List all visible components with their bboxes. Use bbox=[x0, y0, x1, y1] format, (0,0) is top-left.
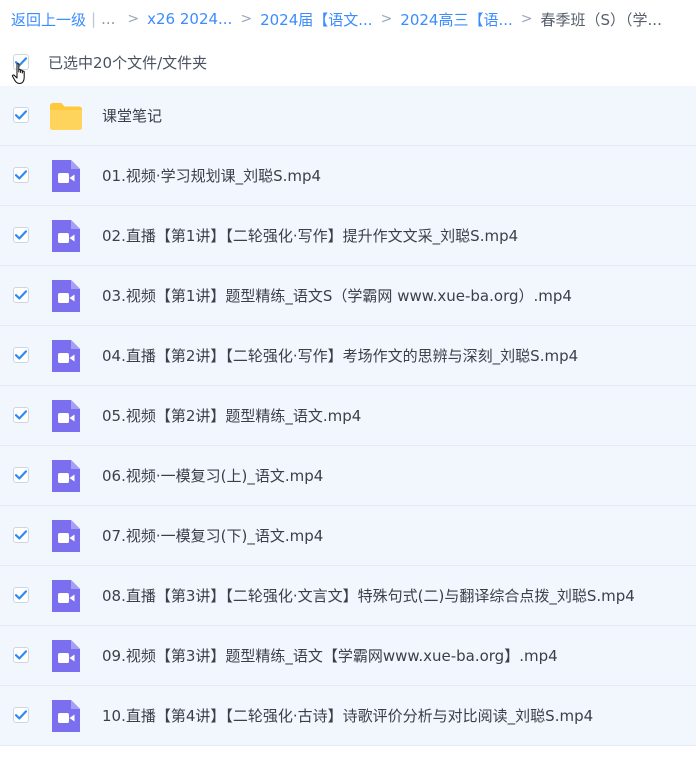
folder-icon bbox=[50, 103, 82, 130]
file-name[interactable]: 08.直播【第3讲】【二轮强化·文言文】特殊句式(二)与翻译综合点拨_刘聪S.m… bbox=[102, 566, 635, 626]
file-name[interactable]: 02.直播【第1讲】【二轮强化·写作】提升作文文采_刘聪S.mp4 bbox=[102, 206, 518, 266]
file-checkbox[interactable] bbox=[13, 227, 29, 243]
file-row[interactable]: 07.视频·一模复习(下)_语文.mp4 bbox=[0, 506, 696, 566]
check-icon bbox=[15, 110, 27, 120]
file-row[interactable]: 04.直播【第2讲】【二轮强化·写作】考场作文的思辨与深刻_刘聪S.mp4 bbox=[0, 326, 696, 386]
file-name[interactable]: 10.直播【第4讲】【二轮强化·古诗】诗歌评价分析与对比阅读_刘聪S.mp4 bbox=[102, 686, 593, 746]
file-checkbox[interactable] bbox=[13, 167, 29, 183]
video-icon bbox=[52, 340, 80, 372]
file-checkbox[interactable] bbox=[13, 467, 29, 483]
file-checkbox[interactable] bbox=[13, 347, 29, 363]
check-icon bbox=[15, 710, 27, 720]
breadcrumb-ellipsis[interactable]: ... bbox=[101, 10, 115, 28]
file-list: 课堂笔记 01.视频·学习规划课_刘聪S.mp4 02.直播【第1讲】【二轮强化·写… bbox=[0, 86, 696, 746]
file-checkbox[interactable] bbox=[13, 527, 29, 543]
video-icon bbox=[52, 400, 80, 432]
video-icon bbox=[52, 460, 80, 492]
chevron-right-icon: > bbox=[380, 11, 393, 27]
video-icon bbox=[52, 160, 80, 192]
check-icon bbox=[15, 230, 27, 240]
file-row[interactable]: 10.直播【第4讲】【二轮强化·古诗】诗歌评价分析与对比阅读_刘聪S.mp4 bbox=[0, 686, 696, 746]
video-icon bbox=[52, 580, 80, 612]
file-row[interactable]: 02.直播【第1讲】【二轮强化·写作】提升作文文采_刘聪S.mp4 bbox=[0, 206, 696, 266]
file-checkbox[interactable] bbox=[13, 287, 29, 303]
video-icon bbox=[52, 700, 80, 732]
chevron-right-icon: > bbox=[127, 11, 140, 27]
file-name[interactable]: 05.视频【第2讲】题型精练_语文.mp4 bbox=[102, 386, 361, 446]
file-checkbox[interactable] bbox=[13, 707, 29, 723]
file-row[interactable]: 课堂笔记 bbox=[0, 86, 696, 146]
breadcrumb-separator: | bbox=[91, 10, 97, 28]
file-row[interactable]: 05.视频【第2讲】题型精练_语文.mp4 bbox=[0, 386, 696, 446]
file-name[interactable]: 04.直播【第2讲】【二轮强化·写作】考场作文的思辨与深刻_刘聪S.mp4 bbox=[102, 326, 578, 386]
file-row[interactable]: 08.直播【第3讲】【二轮强化·文言文】特殊句式(二)与翻译综合点拨_刘聪S.m… bbox=[0, 566, 696, 626]
check-icon bbox=[15, 170, 27, 180]
file-name[interactable]: 09.视频【第3讲】题型精练_语文【学霸网www.xue-ba.org】.mp4 bbox=[102, 626, 558, 686]
file-name[interactable]: 03.视频【第1讲】题型精练_语文S（学霸网 www.xue-ba.org）.m… bbox=[102, 266, 572, 326]
check-icon bbox=[15, 350, 27, 360]
breadcrumb-current: 春季班（S）（学... bbox=[540, 10, 662, 29]
file-checkbox[interactable] bbox=[13, 407, 29, 423]
file-row[interactable]: 06.视频·一模复习(上)_语文.mp4 bbox=[0, 446, 696, 506]
file-name[interactable]: 06.视频·一模复习(上)_语文.mp4 bbox=[102, 446, 323, 506]
check-icon bbox=[15, 530, 27, 540]
check-icon bbox=[15, 650, 27, 660]
file-row[interactable]: 03.视频【第1讲】题型精练_语文S（学霸网 www.xue-ba.org）.m… bbox=[0, 266, 696, 326]
hand-cursor-icon bbox=[11, 63, 25, 85]
selection-bar: 已选中20个文件/文件夹 bbox=[0, 40, 696, 85]
video-icon bbox=[52, 220, 80, 252]
check-icon bbox=[15, 290, 27, 300]
video-icon bbox=[52, 520, 80, 552]
video-icon bbox=[52, 640, 80, 672]
chevron-right-icon: > bbox=[240, 11, 253, 27]
breadcrumb-item-1[interactable]: x26 2024... bbox=[147, 10, 232, 28]
breadcrumb-item-2[interactable]: 2024届【语文... bbox=[260, 9, 372, 30]
breadcrumb-item-3[interactable]: 2024高三【语... bbox=[400, 9, 512, 30]
selection-count: 已选中20个文件/文件夹 bbox=[48, 53, 208, 72]
chevron-right-icon: > bbox=[520, 11, 533, 27]
file-browser: 返回上一级 | ... > x26 2024... > 2024届【语文... … bbox=[0, 0, 696, 760]
file-checkbox[interactable] bbox=[13, 587, 29, 603]
video-icon bbox=[52, 280, 80, 312]
file-checkbox[interactable] bbox=[13, 107, 29, 123]
check-icon bbox=[15, 590, 27, 600]
back-link[interactable]: 返回上一级 bbox=[11, 9, 86, 30]
file-name[interactable]: 01.视频·学习规划课_刘聪S.mp4 bbox=[102, 146, 321, 206]
file-checkbox[interactable] bbox=[13, 647, 29, 663]
file-name[interactable]: 课堂笔记 bbox=[102, 86, 162, 146]
check-icon bbox=[15, 410, 27, 420]
file-row[interactable]: 09.视频【第3讲】题型精练_语文【学霸网www.xue-ba.org】.mp4 bbox=[0, 626, 696, 686]
file-row[interactable]: 01.视频·学习规划课_刘聪S.mp4 bbox=[0, 146, 696, 206]
file-name[interactable]: 07.视频·一模复习(下)_语文.mp4 bbox=[102, 506, 323, 566]
check-icon bbox=[15, 470, 27, 480]
breadcrumb: 返回上一级 | ... > x26 2024... > 2024届【语文... … bbox=[0, 0, 696, 38]
